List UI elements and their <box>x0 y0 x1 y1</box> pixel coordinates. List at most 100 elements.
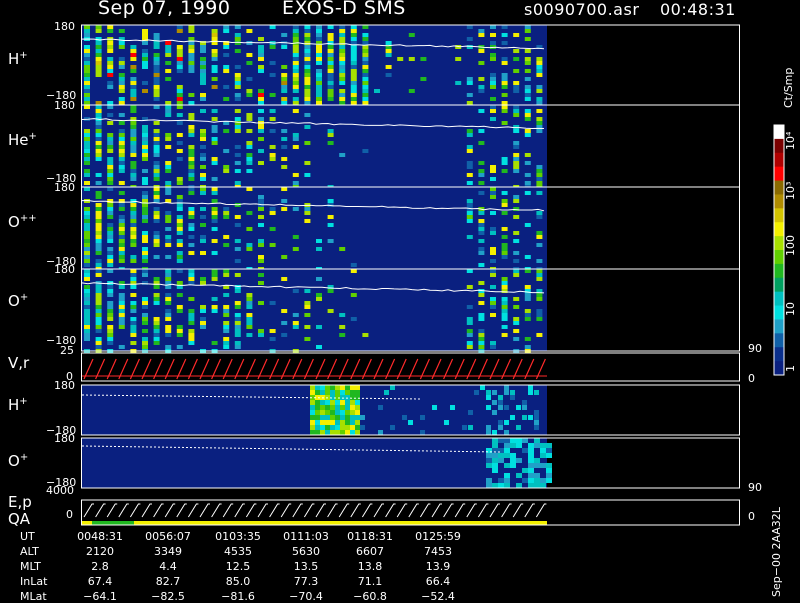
table-cell: 0056:07 <box>145 530 191 543</box>
r-tick-p7-min: 0 <box>748 510 755 523</box>
table-cell: 67.4 <box>87 575 113 588</box>
table-cell: 13.9 <box>425 560 451 573</box>
panel-7 <box>82 500 547 525</box>
panel-label-he-plus: He+ <box>8 131 37 149</box>
y-tick-p0-max: 180 <box>54 20 75 33</box>
colorbar-segment <box>774 166 784 182</box>
y-tick-p1-max: 180 <box>54 99 75 112</box>
qa-bar-green <box>92 521 134 525</box>
y-tick-p5-max: 180 <box>54 379 75 392</box>
colorbar-segment <box>774 250 784 265</box>
r-tick-p4-max: 90 <box>748 342 762 355</box>
y-tick-p3-max: 180 <box>54 263 75 276</box>
panel-bg <box>82 269 547 351</box>
plot-time: 00:48:31 <box>660 0 736 19</box>
spectrogram-panels <box>81 25 552 525</box>
plot-date: Sep 07, 1990 <box>98 0 231 19</box>
colorbar-segment <box>774 180 784 195</box>
table-cell: −70.4 <box>289 590 323 603</box>
table-cell: 0118:31 <box>347 530 393 543</box>
colorbar-segment <box>774 125 784 140</box>
table-cell: 13.8 <box>357 560 383 573</box>
table-row-label: MLat <box>20 590 47 603</box>
table-cell: 85.0 <box>225 575 251 588</box>
table-row-label: UT <box>20 530 35 543</box>
table-cell: 4.4 <box>159 560 177 573</box>
colorbar-segment <box>774 291 784 307</box>
colorbar-segment <box>774 263 784 279</box>
plot-instrument: EXOS-D SMS <box>282 0 406 19</box>
y-tick-p7-max: 4000 <box>46 484 74 497</box>
table-cell: 77.3 <box>293 575 319 588</box>
table-cell: 5630 <box>292 545 320 558</box>
panel-label-qa: QA <box>8 510 31 528</box>
panel-bg <box>82 187 547 269</box>
colorbar-segment <box>774 305 784 320</box>
colorbar-segment <box>774 222 784 237</box>
panel-1 <box>81 105 547 189</box>
panel-label-ep: E,p <box>8 493 32 511</box>
panel-bg <box>82 105 547 187</box>
side-label: Sep−00 2AA32L <box>770 507 783 597</box>
panel-2 <box>81 187 547 271</box>
colorbar-segment <box>774 152 784 168</box>
colorbar-segment <box>774 194 784 209</box>
y-tick-p4-max: 25 <box>60 344 74 357</box>
table-cell: −82.5 <box>151 590 185 603</box>
panel-3 <box>81 269 547 353</box>
panel-label-vr: V,r <box>8 354 30 372</box>
table-cell: 0048:31 <box>77 530 123 543</box>
table-cell: 13.5 <box>293 560 319 573</box>
panel-label-h-plus: H+ <box>8 50 28 68</box>
panel-bg <box>82 438 547 488</box>
colorbar-tick-10: 10 <box>784 302 797 316</box>
panel-bg <box>82 25 547 105</box>
table-cell: 2120 <box>86 545 114 558</box>
table-row-label: InLat <box>20 575 48 588</box>
colorbar-tick-1: 1 <box>784 365 797 372</box>
y-tick-p6-max: 180 <box>54 432 75 445</box>
table-cell: 3349 <box>154 545 182 558</box>
r-tick-p7-max: 90 <box>748 481 762 494</box>
colorbar-segment <box>774 236 784 251</box>
colorbar-segment <box>774 333 784 348</box>
table-cell: 0125:59 <box>415 530 461 543</box>
spectrogram-figure <box>81 24 785 526</box>
table-cell: 66.4 <box>425 575 451 588</box>
colorbar-unit: Ct/Smp <box>782 67 795 108</box>
colorbar-segment <box>774 138 784 154</box>
colorbar-tick-10000: 10⁴ <box>784 131 797 150</box>
y-tick-p2-max: 180 <box>54 181 75 194</box>
panel-5 <box>81 385 547 435</box>
colorbar-segment <box>774 361 784 376</box>
table-cell: 2.8 <box>91 560 109 573</box>
table-cell: 6607 <box>356 545 384 558</box>
panel-4 <box>82 353 547 381</box>
panel-6 <box>81 438 552 488</box>
table-cell: −52.4 <box>421 590 455 603</box>
table-cell: −81.6 <box>221 590 255 603</box>
panel-bg <box>82 353 547 381</box>
table-cell: 71.1 <box>357 575 383 588</box>
colorbar-tick-1000: 10³ <box>784 181 797 200</box>
table-row-label: MLT <box>20 560 41 573</box>
colorbar-segment <box>774 208 784 223</box>
qa-bar <box>82 521 547 525</box>
panel-label-o-plus: O+ <box>8 292 29 310</box>
panel-label-o-plusplus: O++ <box>8 213 37 231</box>
colorbar-segment <box>774 277 784 293</box>
colorbar-segment <box>774 347 784 362</box>
colorbar-segment <box>774 319 784 334</box>
panel-label-o-plus-low: O+ <box>8 452 29 470</box>
panel-label-h-plus-low: H+ <box>8 396 28 414</box>
y-tick-p7-min: 0 <box>66 508 73 521</box>
table-cell: 0111:03 <box>283 530 329 543</box>
table-cell: −60.8 <box>353 590 387 603</box>
table-cell: 7453 <box>424 545 452 558</box>
colorbar <box>773 124 785 376</box>
r-tick-p4-min: 0 <box>748 372 755 385</box>
panel-0 <box>81 25 547 105</box>
plot-file: s0090700.asr <box>524 0 640 19</box>
table-cell: 0103:35 <box>215 530 261 543</box>
table-row-label: ALT <box>20 545 39 558</box>
